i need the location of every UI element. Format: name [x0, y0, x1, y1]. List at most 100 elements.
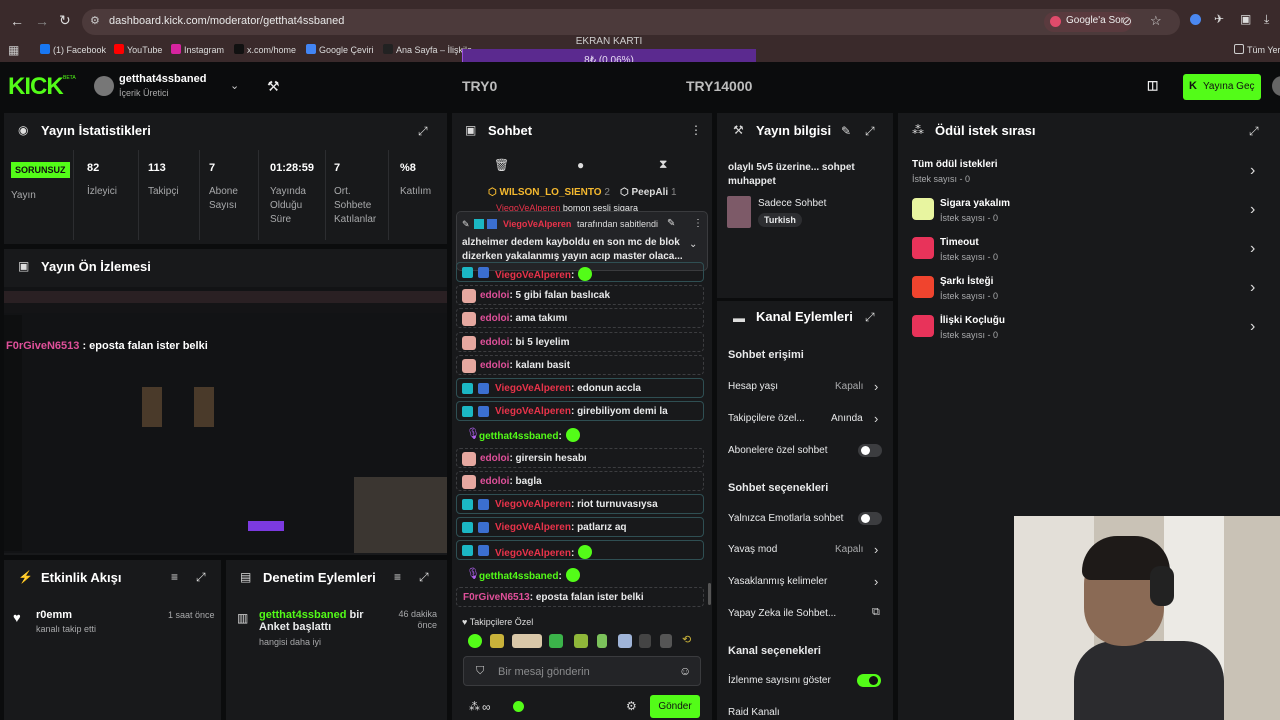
reload-icon[interactable]: ↻	[59, 12, 71, 29]
emote-icon[interactable]: ⟲	[682, 633, 691, 646]
points-icon[interactable]: ⁂	[469, 700, 480, 713]
external-link-icon[interactable]: ⧉	[872, 606, 880, 619]
unpin-icon[interactable]: ✎	[667, 218, 675, 229]
chat-username[interactable]: edoloi	[480, 290, 509, 301]
mod-view-icon[interactable]: ◫	[1147, 78, 1158, 92]
reward-item[interactable]: İlişki Koçluğu İstek sayısı - 0 ›	[898, 312, 1268, 346]
chat-username[interactable]: ViegoVeAlperen	[495, 270, 571, 281]
chat-username[interactable]: edoloi	[480, 313, 509, 324]
emote-icon[interactable]	[490, 634, 504, 648]
chat-username[interactable]: edoloi	[480, 453, 509, 464]
subs-only-toggle[interactable]	[858, 444, 882, 457]
extension-icon[interactable]	[1190, 14, 1201, 25]
emote-icon[interactable]	[639, 634, 651, 648]
bookmark-instagram[interactable]: Instagram	[171, 44, 224, 55]
expand-icon[interactable]: ⤢	[865, 310, 875, 325]
speech-bubble-icon[interactable]: ●	[577, 158, 584, 172]
filter-icon[interactable]: ≡	[171, 570, 178, 584]
chat-message[interactable]: edoloi: kalanı basit	[456, 355, 704, 375]
chat-username[interactable]: ViegoVeAlperen	[495, 522, 571, 533]
banned-words-label[interactable]: Yasaklanmış kelimeler	[728, 576, 827, 587]
chat-message[interactable]: F0rGiveN6513: eposta falan ister belki	[456, 587, 704, 607]
profile-avatar[interactable]	[1272, 76, 1280, 96]
chat-message[interactable]: edoloi: girersin hesabı	[456, 448, 704, 468]
chevron-right-icon[interactable]: ›	[874, 542, 878, 557]
chat-username[interactable]: ViegoVeAlperen	[495, 406, 571, 417]
chat-username[interactable]: getthat4ssbaned	[479, 431, 558, 442]
eye-off-icon[interactable]: ⊘	[1122, 14, 1132, 28]
filter-icon[interactable]: ≡	[394, 570, 401, 584]
chat-username[interactable]: edoloi	[480, 476, 509, 487]
chat-message[interactable]: edoloi: 5 gibi falan baslıcak	[456, 285, 704, 305]
chat-message[interactable]: edoloi: bi 5 leyelim	[456, 332, 704, 352]
emote-icon[interactable]	[597, 634, 607, 648]
emote-icon[interactable]	[468, 634, 482, 648]
chat-message[interactable]: 🎙 getthat4ssbaned:	[456, 564, 704, 584]
avatar[interactable]	[94, 76, 114, 96]
chat-scrollbar[interactable]	[708, 583, 711, 605]
chevron-right-icon[interactable]: ›	[874, 411, 878, 426]
chevron-down-icon[interactable]: ⌄	[689, 239, 697, 250]
more-vertical-icon[interactable]: ⋮	[690, 123, 702, 137]
trash-icon[interactable]: 🗑	[494, 158, 509, 172]
chat-username[interactable]: edoloi	[480, 337, 509, 348]
more-vertical-icon[interactable]: ⋮	[693, 218, 703, 229]
chat-username[interactable]: ViegoVeAlperen	[495, 548, 571, 559]
emote-icon[interactable]	[574, 634, 588, 648]
chevron-right-icon[interactable]: ›	[1250, 201, 1255, 219]
bookmark-facebook[interactable]: (1) Facebook	[40, 44, 106, 55]
reward-item[interactable]: Şarkı İsteği İstek sayısı - 0 ›	[898, 273, 1268, 307]
chevron-right-icon[interactable]: ›	[1250, 279, 1255, 297]
raid-label[interactable]: Raid Kanalı	[728, 707, 780, 718]
hammer-icon[interactable]: ⚒	[267, 78, 280, 95]
site-info-icon[interactable]: ⚙	[90, 14, 100, 27]
chat-message[interactable]: edoloi: bagla	[456, 471, 704, 491]
send-button[interactable]: Gönder	[650, 695, 700, 718]
chat-message[interactable]: ViegoVeAlperen: riot turnuvasıysa	[456, 494, 704, 514]
chevron-right-icon[interactable]: ›	[1250, 318, 1255, 336]
bookmark-x[interactable]: x.com/home	[234, 44, 296, 55]
edit-icon[interactable]: ✎	[841, 124, 851, 138]
bookmark-google-translate[interactable]: Google Çeviri	[306, 44, 374, 55]
emote-icon[interactable]	[549, 634, 563, 648]
extension-pin-icon[interactable]: ✈	[1214, 12, 1224, 26]
emoji-icon[interactable]: ☺	[679, 664, 691, 678]
google-sor-button[interactable]: Google'a Sor	[1044, 12, 1133, 32]
back-icon[interactable]: ←	[10, 13, 24, 29]
emotes-only-toggle[interactable]	[858, 512, 882, 525]
address-bar[interactable]: ⚙ dashboard.kick.com/moderator/getthat4s…	[82, 9, 1180, 35]
all-bookmarks[interactable]: Tüm Yer	[1234, 44, 1280, 55]
emote-icon[interactable]	[512, 634, 542, 648]
chat-username[interactable]: ViegoVeAlperen	[495, 383, 571, 394]
chat-username[interactable]: F0rGiveN6513	[463, 592, 530, 603]
chat-message[interactable]: ViegoVeAlperen:	[456, 262, 704, 282]
download-icon[interactable]: ⤓	[1264, 12, 1269, 27]
chat-message[interactable]: ViegoVeAlperen:	[456, 540, 704, 560]
ai-chat-label[interactable]: Yapay Zeka ile Sohbet...	[728, 608, 836, 619]
followers-only-value[interactable]: Anında	[831, 413, 863, 424]
chat-username[interactable]: edoloi	[480, 360, 509, 371]
bookmark-youtube[interactable]: YouTube	[114, 44, 162, 55]
forward-icon[interactable]: →	[35, 13, 49, 29]
expand-icon[interactable]: ⤢	[865, 124, 875, 139]
chevron-right-icon[interactable]: ›	[874, 574, 878, 589]
chevron-down-icon[interactable]: ⌄	[230, 79, 239, 92]
reward-item[interactable]: Sigara yakalım İstek sayısı - 0 ›	[898, 195, 1268, 229]
chevron-right-icon[interactable]: ›	[1250, 240, 1255, 258]
puzzle-icon[interactable]: ▣	[1240, 12, 1251, 26]
chat-input[interactable]: ⛉ Bir mesaj gönderin ☺	[463, 656, 701, 686]
chat-username[interactable]: ViegoVeAlperen	[495, 499, 571, 510]
emote-icon[interactable]	[660, 634, 672, 648]
expand-icon[interactable]: ⤢	[418, 124, 428, 139]
apps-grid-icon[interactable]: ▦	[8, 43, 19, 57]
chevron-right-icon[interactable]: ›	[874, 379, 878, 394]
chat-message[interactable]: ViegoVeAlperen: patlarız aq	[456, 517, 704, 537]
expand-icon[interactable]: ⤢	[419, 570, 429, 585]
preview-video[interactable]: F0rGiveN6513 : eposta falan ister belki	[4, 287, 447, 553]
account-age-value[interactable]: Kapalı	[835, 381, 863, 392]
chat-username[interactable]: getthat4ssbaned	[479, 571, 558, 582]
hourglass-icon[interactable]: ⧗	[659, 157, 667, 172]
kick-logo[interactable]: KICK	[8, 73, 64, 101]
star-icon[interactable]: ☆	[1150, 13, 1162, 29]
gear-icon[interactable]: ⚙	[626, 699, 637, 713]
